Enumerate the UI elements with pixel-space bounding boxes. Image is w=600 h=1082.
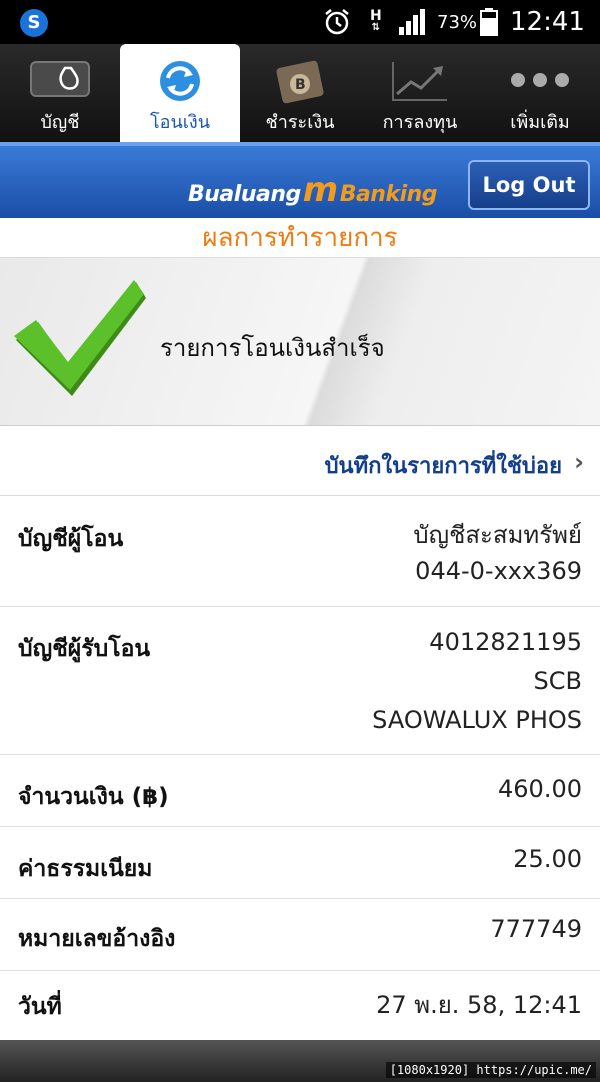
fee-value: 25.00 [513, 845, 582, 873]
row-amount: จำนวนเงิน (฿) 460.00 [0, 755, 600, 827]
to-account-label: บัญชีผู้รับโอน [18, 636, 151, 662]
to-account-value: 4012821195 SCB SAOWALUX PHOS [372, 623, 582, 740]
signal-icon [398, 0, 428, 44]
logout-button[interactable]: Log Out [468, 160, 590, 210]
battery-icon [480, 0, 498, 44]
fee-label: ค่าธรรมเนียม [18, 856, 153, 882]
wallet-icon [29, 58, 91, 102]
app-screen: S H ⇅ 73% 12:41 บัญชี โอนเงิน B ชำระเงิน… [0, 0, 600, 1082]
tab-more-label: เพิ่มเติม [510, 112, 570, 133]
row-fee: ค่าธรรมเนียม 25.00 [0, 827, 600, 899]
svg-text:B: B [295, 77, 306, 93]
to-account-number: 4012821195 [429, 628, 582, 656]
row-date: วันที่ 27 พ.ย. 58, 12:41 [0, 971, 600, 1040]
chart-icon [389, 58, 451, 108]
amount-value: 460.00 [498, 775, 582, 803]
date-label: วันที่ [18, 994, 62, 1020]
bill-icon: B [273, 58, 327, 108]
tab-account[interactable]: บัญชี [0, 44, 120, 142]
alarm-icon [322, 0, 352, 44]
from-account-type: บัญชีสะสมทรัพย์ [413, 521, 582, 549]
to-account-bank: SCB [533, 667, 582, 695]
data-arrows-icon: ⇅ [371, 22, 381, 33]
to-account-name: SAOWALUX PHOS [372, 706, 582, 734]
success-panel: รายการโอนเงินสำเร็จ [0, 258, 600, 426]
save-to-favorites-link[interactable]: บันทึกในรายการที่ใช้บ่อย › [0, 426, 600, 496]
tab-payment[interactable]: B ชำระเงิน [240, 44, 360, 142]
more-dots-icon [509, 72, 571, 92]
clock: 12:41 [510, 7, 585, 37]
from-account-number: 044-0-xxx369 [415, 557, 582, 585]
tab-investment[interactable]: การลงทุน [360, 44, 480, 142]
page-title: ผลการทำรายการ [0, 218, 600, 258]
brand-left: Bualuang [188, 182, 301, 207]
save-to-favorites-label: บันทึกในรายการที่ใช้บ่อย [324, 454, 562, 479]
status-bar: S H ⇅ 73% 12:41 [0, 0, 600, 44]
success-message: รายการโอนเงินสำเร็จ [160, 334, 385, 362]
tab-transfer[interactable]: โอนเงิน [120, 44, 240, 142]
refresh-arrows-icon [155, 58, 205, 108]
row-reference: หมายเลขอ้างอิง 777749 [0, 899, 600, 971]
main-tab-bar: บัญชี โอนเงิน B ชำระเงิน การลงทุน เพิ่มเ… [0, 44, 600, 142]
chevron-right-icon: › [574, 448, 584, 476]
tab-investment-label: การลงทุน [382, 112, 458, 133]
reference-label: หมายเลขอ้างอิง [18, 926, 176, 952]
from-account-label: บัญชีผู้โอน [18, 526, 124, 552]
tab-account-label: บัญชี [40, 112, 80, 133]
image-watermark: [1080x1920] https://upic.me/ [385, 1062, 596, 1078]
brand-m: m [302, 170, 338, 210]
tab-payment-label: ชำระเงิน [265, 112, 335, 133]
from-account-value: บัญชีสะสมทรัพย์ 044-0-xxx369 [413, 517, 582, 589]
app-s-icon: S [20, 9, 48, 37]
row-to-account: บัญชีผู้รับโอน 4012821195 SCB SAOWALUX P… [0, 607, 600, 755]
bualuang-mbanking-logo: BualuangmBanking [188, 170, 438, 210]
network-type-label: H [370, 8, 382, 24]
tab-more[interactable]: เพิ่มเติม [480, 44, 600, 142]
brand-right: Banking [339, 182, 438, 207]
row-from-account: บัญชีผู้โอน บัญชีสะสมทรัพย์ 044-0-xxx369 [0, 497, 600, 607]
amount-label: จำนวนเงิน (฿) [18, 784, 169, 810]
tab-transfer-label: โอนเงิน [149, 112, 211, 133]
network-type-icon: H ⇅ [370, 0, 382, 44]
reference-value: 777749 [490, 915, 582, 943]
date-value: 27 พ.ย. 58, 12:41 [376, 991, 582, 1019]
battery-percent: 73% [437, 11, 478, 33]
app-header: BualuangmBanking Log Out [0, 142, 600, 218]
checkmark-icon [14, 280, 148, 404]
